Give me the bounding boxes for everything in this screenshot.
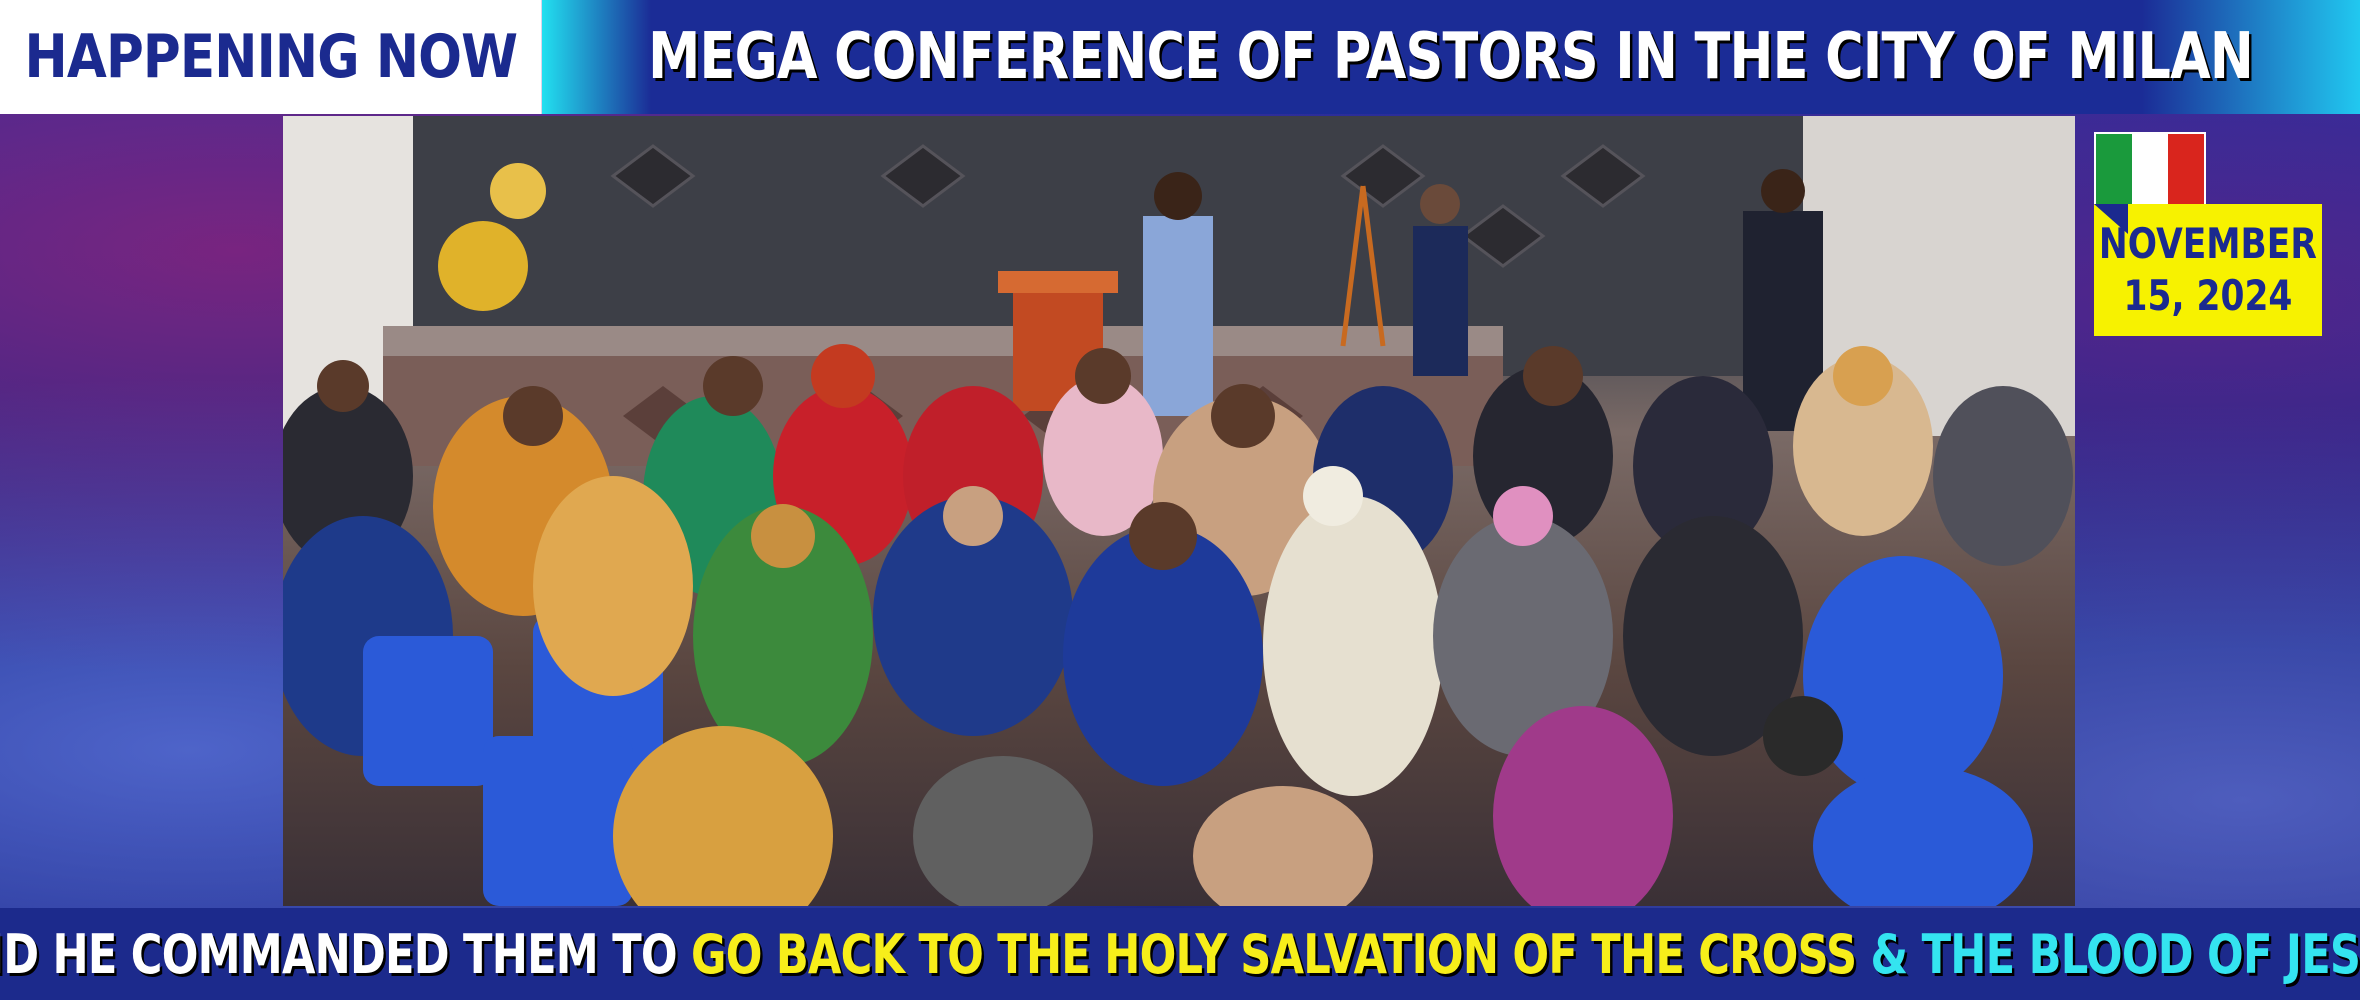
flag-white-stripe: [2132, 134, 2168, 206]
headline-title: MEGA CONFERENCE OF PASTORS IN THE CITY O…: [648, 20, 2255, 94]
date-month: NOVEMBER: [2099, 219, 2317, 268]
date-ribbon-tip: [2094, 204, 2128, 234]
conference-photo: [283, 116, 2075, 906]
caption-part-yellow: GO BACK TO THE HOLY SALVATION OF THE CRO…: [691, 922, 1857, 986]
caption-text: AND HE COMMANDED THEM TO GO BACK TO THE …: [0, 923, 2360, 986]
conference-photo-illustration: [283, 116, 2075, 906]
caption-part-cyan: & THE BLOOD OF JESUS: [1870, 922, 2360, 986]
caption-part-white: AND HE COMMANDED THEM TO: [0, 922, 692, 986]
date-badge: NOVEMBER 15, 2024: [2094, 204, 2322, 336]
flag-green-stripe: [2096, 134, 2132, 206]
italy-flag-icon: [2094, 132, 2206, 208]
caption-bar: AND HE COMMANDED THEM TO GO BACK TO THE …: [0, 908, 2360, 1000]
headline-bar: MEGA CONFERENCE OF PASTORS IN THE CITY O…: [542, 0, 2360, 114]
flag-red-stripe: [2168, 134, 2204, 206]
date-day-year: 15, 2024: [2123, 271, 2293, 320]
happening-now-badge: HAPPENING NOW: [0, 0, 542, 114]
